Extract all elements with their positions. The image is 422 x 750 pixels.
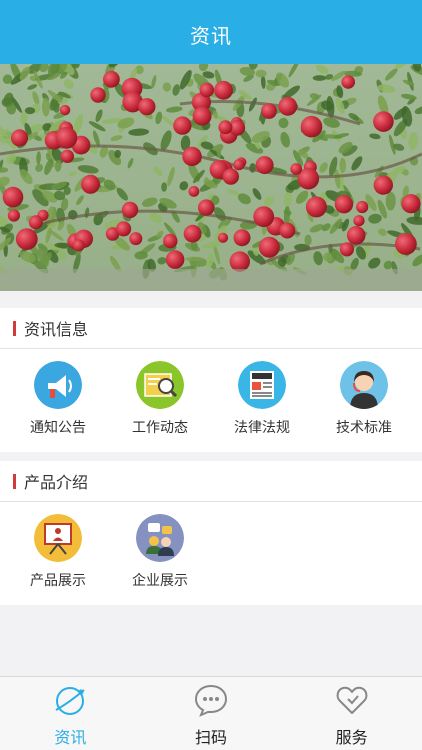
company-showcase-tile[interactable]: 企业展示 (109, 514, 211, 590)
support-agent-icon (340, 361, 388, 409)
tile-label: 产品展示 (30, 572, 86, 588)
tab-news[interactable]: 资讯 (0, 677, 141, 750)
tab-label: 扫码 (195, 730, 228, 747)
apple-orchard-photo (0, 64, 422, 291)
tab-label: 资讯 (54, 730, 87, 747)
banner-image[interactable] (0, 64, 422, 291)
tab-scan[interactable]: 扫码 (141, 677, 282, 750)
section-marker (13, 320, 16, 336)
work-updates-tile[interactable]: 工作动态 (109, 361, 211, 437)
chat-bubble-icon (194, 684, 228, 717)
tile-label: 工作动态 (132, 419, 188, 435)
notice-announcement-tile[interactable]: 通知公告 (7, 361, 109, 437)
section-title: 产品介绍 (24, 475, 89, 492)
magnifier-icon (136, 361, 184, 409)
section-news-info: 资讯信息 通知公告 工作动态 法律法规 技术标准 (0, 308, 422, 452)
tile-label: 通知公告 (30, 419, 86, 435)
presentation-icon (34, 514, 82, 562)
heart-icon (336, 686, 368, 714)
newspaper-icon (238, 361, 286, 409)
tile-label: 技术标准 (336, 419, 392, 435)
section-header: 产品介绍 (0, 461, 422, 502)
planet-icon (55, 687, 85, 715)
section-marker (13, 473, 16, 489)
team-icon (136, 514, 184, 562)
laws-regulations-tile[interactable]: 法律法规 (211, 361, 313, 437)
tab-label: 服务 (335, 730, 368, 747)
tile-label: 企业展示 (132, 572, 188, 588)
megaphone-icon (34, 361, 82, 409)
technical-standards-tile[interactable]: 技术标准 (313, 361, 415, 437)
section-product-intro: 产品介绍 产品展示 企业展示 (0, 461, 422, 605)
tab-service[interactable]: 服务 (281, 677, 422, 750)
section-header: 资讯信息 (0, 308, 422, 349)
bottom-tab-bar: 资讯 扫码 服务 (0, 676, 422, 750)
product-showcase-tile[interactable]: 产品展示 (7, 514, 109, 590)
top-bar: 资讯 (0, 0, 422, 64)
tile-label: 法律法规 (234, 419, 290, 435)
section-title: 资讯信息 (24, 322, 89, 339)
page-title: 资讯 (190, 25, 232, 48)
